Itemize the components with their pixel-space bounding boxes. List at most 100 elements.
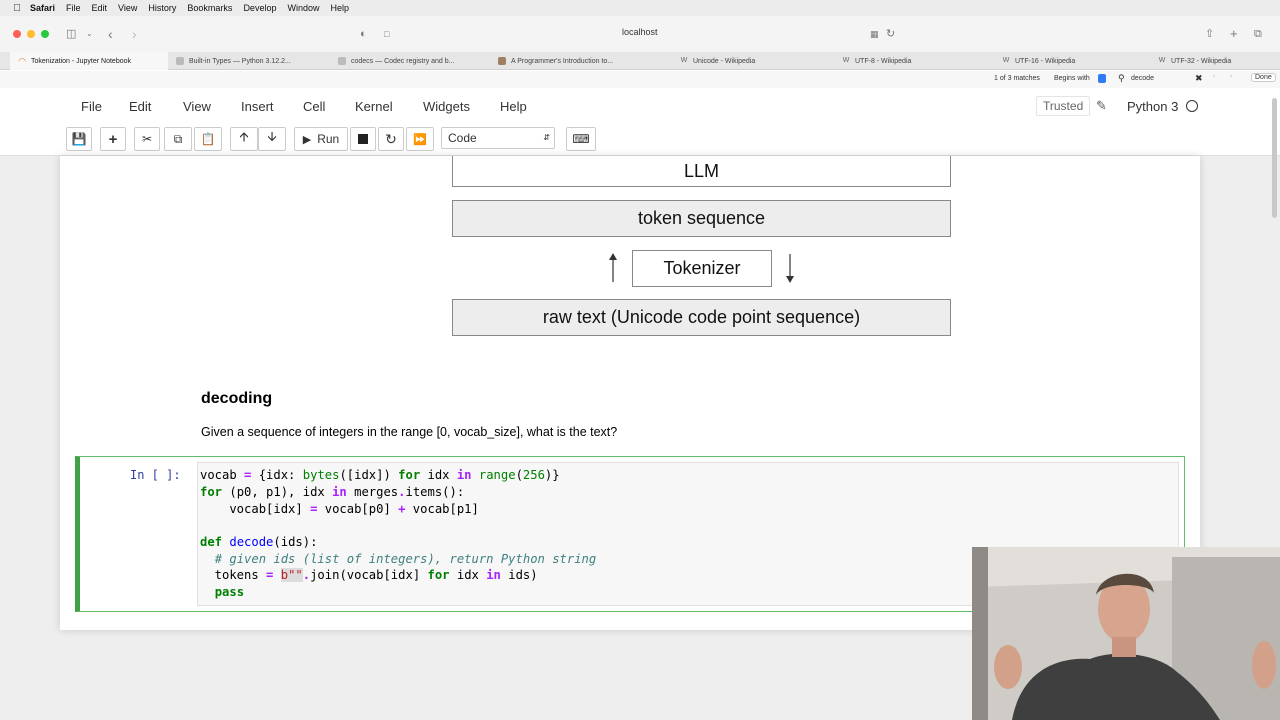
copy-icon: ⧉: [173, 131, 183, 146]
minimize-window-button[interactable]: [27, 30, 35, 38]
llm-box: LLM: [452, 156, 951, 187]
privacy-icon[interactable]: ◐: [360, 26, 367, 42]
os-menu-develop[interactable]: Develop: [243, 3, 276, 13]
zoom-window-button[interactable]: [41, 30, 49, 38]
raw-text-box: raw text (Unicode code point sequence): [452, 299, 951, 336]
trusted-indicator[interactable]: Trusted: [1036, 96, 1091, 116]
jupyter-menu-view[interactable]: View: [183, 99, 211, 114]
restart-button[interactable]: ↻: [378, 127, 404, 151]
interrupt-button[interactable]: [350, 127, 376, 151]
clear-search-icon[interactable]: ✖: [1195, 73, 1203, 84]
find-done-button[interactable]: Done: [1251, 73, 1276, 82]
code-line-7: tokens = b"".join(vocab[idx] for idx in …: [200, 568, 538, 582]
os-menu-view[interactable]: View: [118, 3, 137, 13]
sidebar-icon[interactable]: ◫: [66, 26, 76, 42]
tab-label: Unicode - Wikipedia: [693, 57, 756, 65]
back-icon[interactable]: ‹: [108, 26, 113, 42]
code-line-1: vocab = {idx: bytes([idx]) for idx in ra…: [200, 468, 560, 482]
paste-button[interactable]: 📋: [194, 127, 222, 151]
cell-type-value: Code: [448, 131, 477, 145]
tab-codecs[interactable]: codecs — Codec registry and b...: [332, 52, 490, 70]
os-menu-history[interactable]: History: [148, 3, 176, 13]
arrow-down-icon: 🡫: [267, 129, 277, 144]
scissors-icon: ✂: [141, 132, 153, 146]
os-menu-edit[interactable]: Edit: [92, 3, 108, 13]
restart-run-all-button[interactable]: ⏩: [406, 127, 434, 151]
notebook-toolbar: 💾 + ✂ ⧉ 📋 🡩 🡫 ▶ Run ↻ ⏩ ⌨: [0, 124, 1280, 156]
tab-builtin-types[interactable]: Built-in Types — Python 3.12.2...: [170, 52, 330, 70]
jupyter-icon: ◠: [18, 56, 26, 66]
reload-icon[interactable]: ↻: [886, 26, 895, 42]
tab-bar: ◠ Tokenization - Jupyter Notebook Built-…: [0, 52, 1280, 70]
os-menu-window[interactable]: Window: [287, 3, 319, 13]
tab-utf32-wikipedia[interactable]: W UTF-32 - Wikipedia: [1156, 52, 1280, 70]
jupyter-menu-help[interactable]: Help: [500, 99, 527, 114]
find-next-icon[interactable]: ›: [1230, 73, 1232, 80]
find-previous-icon[interactable]: ‹: [1213, 73, 1215, 80]
python-docs-icon: [338, 57, 346, 65]
find-mode-dropdown[interactable]: Begins with: [1054, 75, 1090, 82]
address-bar[interactable]: localhost: [622, 27, 658, 37]
move-up-button[interactable]: 🡩: [230, 127, 258, 151]
cut-button[interactable]: ✂: [134, 127, 160, 151]
os-menu-bookmarks[interactable]: Bookmarks: [187, 3, 232, 13]
insert-cell-button[interactable]: +: [100, 127, 126, 151]
fast-forward-icon: ⏩: [413, 133, 427, 146]
jupyter-menu-widgets[interactable]: Widgets: [423, 99, 470, 114]
chevron-updown-icon: ⇵: [543, 133, 550, 142]
save-button[interactable]: 💾: [66, 127, 92, 151]
command-palette-button[interactable]: ⌨: [566, 127, 596, 151]
reader-icon[interactable]: □: [384, 26, 389, 42]
chevron-down-icon[interactable]: [1098, 74, 1106, 83]
apple-icon[interactable]: : [12, 3, 22, 14]
stop-icon: [358, 134, 368, 144]
jupyter-menu-edit[interactable]: Edit: [129, 99, 151, 114]
tab-unicode-wikipedia[interactable]: W Unicode - Wikipedia: [674, 52, 834, 70]
jupyter-menu-cell[interactable]: Cell: [303, 99, 325, 114]
tab-tokenization[interactable]: ◠ Tokenization - Jupyter Notebook: [10, 52, 168, 70]
tokenizer-box: Tokenizer: [632, 250, 772, 287]
token-sequence-box: token sequence: [452, 200, 951, 237]
tab-label: UTF-16 - Wikipedia: [1015, 57, 1076, 65]
wikipedia-icon: W: [842, 57, 850, 64]
tab-utf8-wikipedia[interactable]: W UTF-8 - Wikipedia: [836, 52, 994, 70]
chevron-down-icon[interactable]: ⌄: [86, 26, 93, 42]
jupyter-menu-kernel[interactable]: Kernel: [355, 99, 393, 114]
jupyter-menu-file[interactable]: File: [81, 99, 102, 114]
run-button[interactable]: ▶ Run: [294, 127, 348, 151]
play-icon: ▶: [302, 133, 312, 146]
restart-icon: ↻: [385, 130, 397, 147]
os-menu-file[interactable]: File: [66, 3, 81, 13]
arrow-up-icon: 🡩: [239, 129, 249, 144]
find-input[interactable]: decode: [1131, 75, 1154, 82]
translate-icon[interactable]: ▦: [870, 26, 879, 42]
edit-pencil-icon[interactable]: ✎: [1096, 98, 1107, 114]
tab-utf16-wikipedia[interactable]: W UTF-16 - Wikipedia: [996, 52, 1154, 70]
browser-toolbar: ◫ ⌄ ‹ › ◐ □ localhost ▦ ↻ ⇧ + ⧉: [0, 16, 1280, 52]
arrow-up-icon: [609, 253, 617, 282]
cell-type-select[interactable]: Code ⇵: [441, 127, 555, 149]
find-bar: 1 of 3 matches Begins with ⚲ decode ✖ ‹ …: [0, 71, 1280, 88]
tab-label: UTF-32 - Wikipedia: [1171, 57, 1232, 65]
site-icon: [498, 57, 506, 65]
code-line-2: for (p0, p1), idx in merges.items():: [200, 485, 465, 499]
tab-label: Tokenization - Jupyter Notebook: [31, 57, 131, 65]
app-menu-safari[interactable]: Safari: [30, 3, 55, 13]
notebook-margin-left: [0, 156, 60, 720]
paste-icon: 📋: [200, 132, 216, 146]
share-icon[interactable]: ⇧: [1205, 26, 1214, 42]
forward-icon[interactable]: ›: [132, 26, 137, 42]
copy-button[interactable]: ⧉: [164, 127, 192, 151]
find-match-count: 1 of 3 matches: [994, 75, 1040, 82]
os-menu-help[interactable]: Help: [330, 3, 349, 13]
tab-overview-icon[interactable]: ⧉: [1254, 26, 1262, 42]
new-tab-icon[interactable]: +: [1230, 26, 1238, 42]
keyboard-icon: ⌨: [572, 132, 590, 146]
save-icon: 💾: [71, 132, 87, 146]
scrollbar-thumb[interactable]: [1272, 98, 1277, 218]
token-sequence-label: token sequence: [637, 208, 766, 228]
tab-programmers-intro[interactable]: A Programmer's Introduction to...: [492, 52, 660, 70]
move-down-button[interactable]: 🡫: [258, 127, 286, 151]
jupyter-menu-insert[interactable]: Insert: [241, 99, 274, 114]
close-window-button[interactable]: [13, 30, 21, 38]
